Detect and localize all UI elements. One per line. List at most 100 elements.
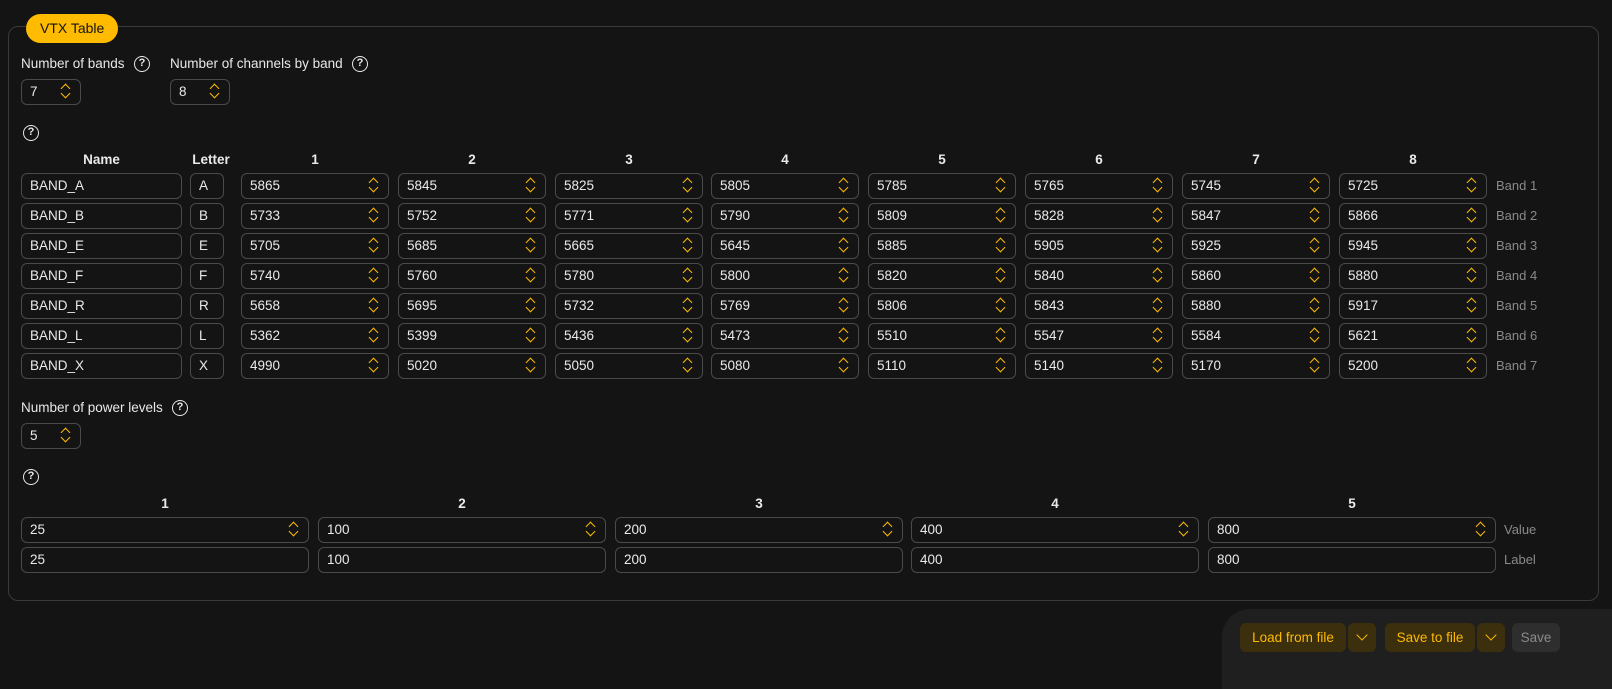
spinner-arrows-icon[interactable] — [995, 206, 1007, 226]
spinner-arrows-icon[interactable] — [368, 176, 380, 196]
spinner-arrows-icon[interactable] — [368, 236, 380, 256]
spinner-arrows-icon[interactable] — [682, 326, 694, 346]
load-from-file-button[interactable]: Load from file — [1240, 623, 1346, 652]
band-name-input[interactable]: BAND_E — [21, 233, 182, 259]
channel-frequency-input[interactable]: 5020 — [398, 353, 546, 379]
spinner-arrows-icon[interactable] — [838, 176, 850, 196]
channel-frequency-input[interactable]: 5362 — [241, 323, 389, 349]
band-name-input[interactable]: BAND_A — [21, 173, 182, 199]
spinner-arrows-icon[interactable] — [60, 82, 72, 102]
channel-frequency-input[interactable]: 5695 — [398, 293, 546, 319]
channel-frequency-input[interactable]: 5945 — [1339, 233, 1487, 259]
channel-frequency-input[interactable]: 5925 — [1182, 233, 1330, 259]
channel-frequency-input[interactable]: 5473 — [711, 323, 859, 349]
spinner-arrows-icon[interactable] — [1309, 206, 1321, 226]
channel-frequency-input[interactable]: 5800 — [711, 263, 859, 289]
power-label-input[interactable]: 25 — [21, 547, 309, 573]
spinner-arrows-icon[interactable] — [585, 520, 597, 540]
band-name-input[interactable]: BAND_B — [21, 203, 182, 229]
spinner-arrows-icon[interactable] — [838, 236, 850, 256]
channel-frequency-input[interactable]: 5752 — [398, 203, 546, 229]
spinner-arrows-icon[interactable] — [682, 296, 694, 316]
band-name-input[interactable]: BAND_X — [21, 353, 182, 379]
spinner-arrows-icon[interactable] — [995, 296, 1007, 316]
spinner-arrows-icon[interactable] — [1466, 236, 1478, 256]
channel-frequency-input[interactable]: 5790 — [711, 203, 859, 229]
channel-frequency-input[interactable]: 5645 — [711, 233, 859, 259]
spinner-arrows-icon[interactable] — [1309, 236, 1321, 256]
channel-frequency-input[interactable]: 5806 — [868, 293, 1016, 319]
channel-frequency-input[interactable]: 5845 — [398, 173, 546, 199]
spinner-arrows-icon[interactable] — [1309, 356, 1321, 376]
channel-frequency-input[interactable]: 5733 — [241, 203, 389, 229]
channel-frequency-input[interactable]: 5740 — [241, 263, 389, 289]
save-menu-chevron-icon[interactable] — [1477, 623, 1505, 652]
spinner-arrows-icon[interactable] — [288, 520, 300, 540]
band-letter-input[interactable]: X — [190, 353, 224, 379]
channel-frequency-input[interactable]: 5050 — [555, 353, 703, 379]
power-value-input[interactable]: 400 — [911, 517, 1199, 543]
channel-frequency-input[interactable]: 5885 — [868, 233, 1016, 259]
spinner-arrows-icon[interactable] — [1466, 176, 1478, 196]
band-letter-input[interactable]: E — [190, 233, 224, 259]
channel-frequency-input[interactable]: 5725 — [1339, 173, 1487, 199]
channel-frequency-input[interactable]: 5658 — [241, 293, 389, 319]
channel-frequency-input[interactable]: 5860 — [1182, 263, 1330, 289]
spinner-arrows-icon[interactable] — [838, 326, 850, 346]
channel-frequency-input[interactable]: 5621 — [1339, 323, 1487, 349]
spinner-arrows-icon[interactable] — [682, 266, 694, 286]
spinner-arrows-icon[interactable] — [1309, 176, 1321, 196]
band-letter-input[interactable]: A — [190, 173, 224, 199]
spinner-arrows-icon[interactable] — [1152, 236, 1164, 256]
spinner-arrows-icon[interactable] — [838, 266, 850, 286]
channel-frequency-input[interactable]: 5665 — [555, 233, 703, 259]
power-label-input[interactable]: 100 — [318, 547, 606, 573]
spinner-arrows-icon[interactable] — [209, 82, 221, 102]
power-label-input[interactable]: 400 — [911, 547, 1199, 573]
save-button[interactable]: Save — [1512, 623, 1560, 652]
spinner-arrows-icon[interactable] — [525, 236, 537, 256]
num-bands-input[interactable]: 7 — [21, 79, 81, 105]
spinner-arrows-icon[interactable] — [1152, 266, 1164, 286]
spinner-arrows-icon[interactable] — [1309, 296, 1321, 316]
channel-frequency-input[interactable]: 5771 — [555, 203, 703, 229]
spinner-arrows-icon[interactable] — [368, 356, 380, 376]
channel-frequency-input[interactable]: 5905 — [1025, 233, 1173, 259]
channel-frequency-input[interactable]: 5809 — [868, 203, 1016, 229]
spinner-arrows-icon[interactable] — [838, 296, 850, 316]
spinner-arrows-icon[interactable] — [1466, 266, 1478, 286]
spinner-arrows-icon[interactable] — [882, 520, 894, 540]
channel-frequency-input[interactable]: 5399 — [398, 323, 546, 349]
band-letter-input[interactable]: F — [190, 263, 224, 289]
channel-frequency-input[interactable]: 5080 — [711, 353, 859, 379]
num-power-input[interactable]: 5 — [21, 423, 81, 449]
channel-frequency-input[interactable]: 5780 — [555, 263, 703, 289]
spinner-arrows-icon[interactable] — [682, 206, 694, 226]
channel-frequency-input[interactable]: 5547 — [1025, 323, 1173, 349]
spinner-arrows-icon[interactable] — [1466, 206, 1478, 226]
spinner-arrows-icon[interactable] — [525, 266, 537, 286]
spinner-arrows-icon[interactable] — [995, 326, 1007, 346]
power-label-input[interactable]: 200 — [615, 547, 903, 573]
help-icon[interactable]: ? — [134, 56, 150, 72]
spinner-arrows-icon[interactable] — [838, 356, 850, 376]
channel-frequency-input[interactable]: 5825 — [555, 173, 703, 199]
spinner-arrows-icon[interactable] — [995, 236, 1007, 256]
spinner-arrows-icon[interactable] — [368, 326, 380, 346]
channel-frequency-input[interactable]: 5110 — [868, 353, 1016, 379]
spinner-arrows-icon[interactable] — [1466, 356, 1478, 376]
spinner-arrows-icon[interactable] — [525, 326, 537, 346]
channel-frequency-input[interactable]: 5785 — [868, 173, 1016, 199]
help-icon[interactable]: ? — [172, 400, 188, 416]
band-name-input[interactable]: BAND_F — [21, 263, 182, 289]
spinner-arrows-icon[interactable] — [1152, 326, 1164, 346]
spinner-arrows-icon[interactable] — [1152, 206, 1164, 226]
spinner-arrows-icon[interactable] — [1152, 296, 1164, 316]
channel-frequency-input[interactable]: 5765 — [1025, 173, 1173, 199]
channel-frequency-input[interactable]: 5745 — [1182, 173, 1330, 199]
power-value-input[interactable]: 200 — [615, 517, 903, 543]
power-value-input[interactable]: 100 — [318, 517, 606, 543]
spinner-arrows-icon[interactable] — [525, 206, 537, 226]
spinner-arrows-icon[interactable] — [838, 206, 850, 226]
channel-frequency-input[interactable]: 5840 — [1025, 263, 1173, 289]
